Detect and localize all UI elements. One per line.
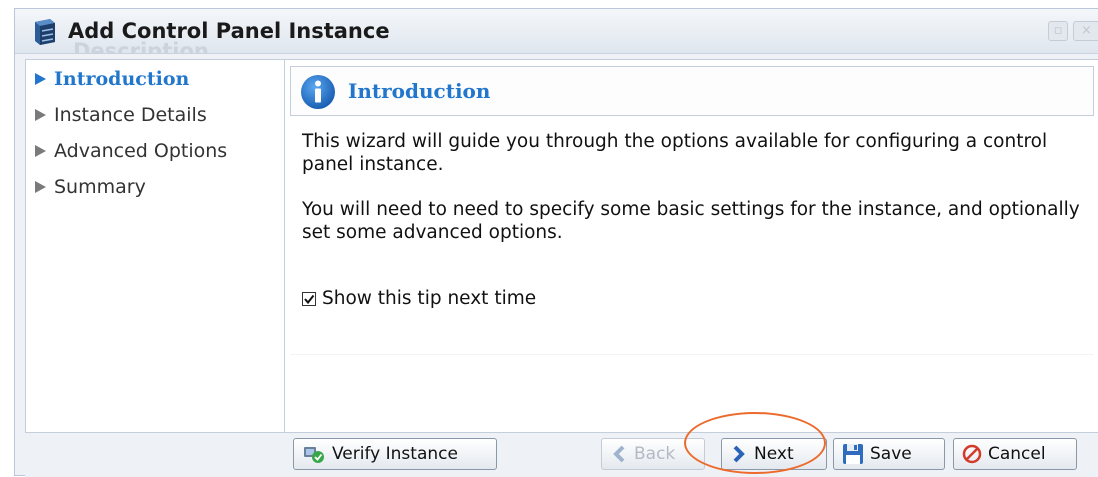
wizard-body: Introduction Instance Details Advanced O… (25, 59, 1098, 433)
verify-instance-label: Verify Instance (332, 444, 458, 464)
sidebar-item-label: Summary (54, 176, 146, 198)
close-icon[interactable]: × (1073, 21, 1098, 41)
triangle-right-icon (35, 145, 46, 157)
step-heading: Introduction (290, 66, 1094, 116)
back-button[interactable]: Back (601, 438, 705, 470)
step-content: Introduction This wizard will guide you … (290, 60, 1098, 432)
sidebar-item-introduction[interactable]: Introduction (32, 66, 189, 92)
cancel-button[interactable]: Cancel (953, 438, 1077, 470)
page-title: Introduction (348, 79, 491, 103)
cancel-icon (962, 444, 982, 464)
triangle-right-icon (35, 181, 46, 193)
settings-paragraph: You will need to need to specify some ba… (302, 199, 1080, 243)
checkmark-icon (304, 294, 315, 304)
add-instance-dialog: Description Add Control Panel Instance ▫… (14, 8, 1098, 477)
divider (290, 354, 1094, 355)
info-icon (301, 75, 335, 109)
sidebar-item-summary[interactable]: Summary (32, 174, 146, 200)
cancel-label: Cancel (988, 444, 1046, 464)
maximize-icon[interactable]: ▫ (1048, 21, 1068, 41)
next-label: Next (754, 444, 794, 464)
save-label: Save (870, 444, 912, 464)
next-button[interactable]: Next (721, 438, 827, 470)
sidebar-item-label: Instance Details (54, 104, 207, 126)
floppy-disk-icon (843, 444, 863, 464)
save-button[interactable]: Save (833, 438, 945, 470)
wizard-steps-sidebar: Introduction Instance Details Advanced O… (26, 60, 285, 432)
triangle-right-icon (35, 109, 46, 121)
sidebar-item-label: Advanced Options (54, 140, 228, 162)
verify-instance-button[interactable]: Verify Instance (293, 438, 497, 470)
show-tip-label: Show this tip next time (322, 288, 537, 309)
show-tip-checkbox[interactable] (302, 291, 316, 306)
server-stack-icon (35, 19, 55, 45)
sidebar-item-label: Introduction (54, 68, 190, 90)
chevron-right-icon (733, 445, 745, 463)
verify-icon (304, 447, 324, 463)
triangle-right-icon (35, 73, 46, 85)
back-label: Back (634, 444, 676, 464)
window-title: Add Control Panel Instance (68, 19, 390, 43)
button-bar: Verify Instance Back Next Save Cancel (25, 433, 1098, 477)
intro-paragraph: This wizard will guide you through the o… (302, 131, 1048, 175)
sidebar-item-instance-details[interactable]: Instance Details (32, 102, 207, 128)
chevron-left-icon (613, 445, 625, 463)
show-tip-row[interactable]: Show this tip next time (302, 288, 536, 309)
sidebar-item-advanced-options[interactable]: Advanced Options (32, 138, 227, 164)
title-bar[interactable]: Description Add Control Panel Instance ▫… (15, 9, 1098, 54)
